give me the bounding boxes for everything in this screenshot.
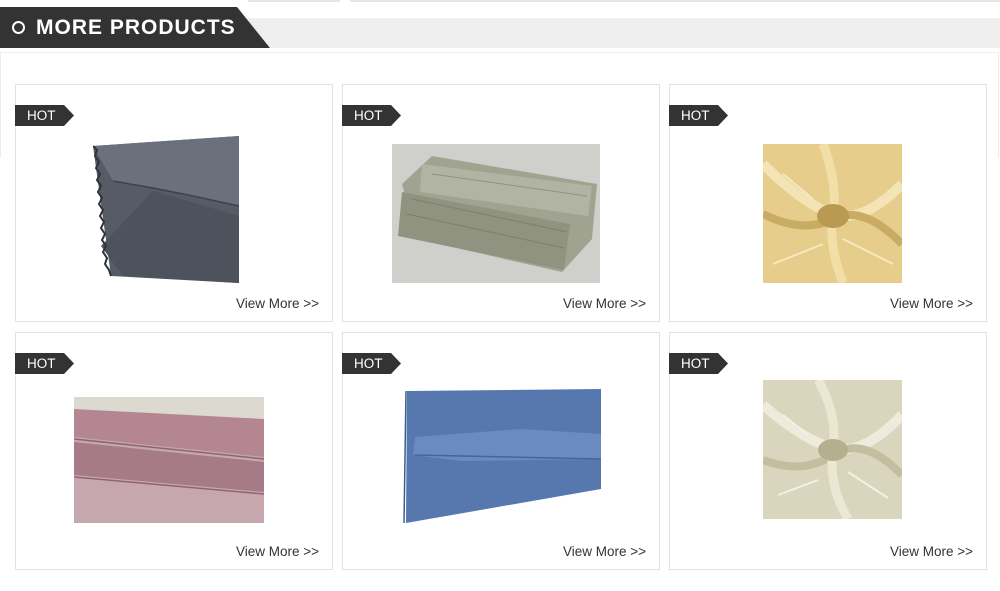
top-divider bbox=[350, 0, 1000, 2]
view-more-link[interactable]: View More >> bbox=[563, 544, 646, 559]
section-title: MORE PRODUCTS bbox=[36, 15, 236, 39]
fabric-image bbox=[763, 144, 902, 283]
fabric-image bbox=[93, 136, 239, 283]
view-more-link[interactable]: View More >> bbox=[236, 544, 319, 559]
product-card-4[interactable]: HOT View More >> bbox=[15, 332, 333, 570]
hot-badge: HOT bbox=[669, 353, 728, 374]
fabric-image bbox=[392, 144, 600, 283]
hot-badge: HOT bbox=[15, 105, 74, 126]
product-image-6[interactable] bbox=[763, 380, 902, 519]
product-card-2[interactable]: HOT View More >> bbox=[342, 84, 660, 322]
product-image-3[interactable] bbox=[763, 144, 902, 283]
view-more-link[interactable]: View More >> bbox=[563, 296, 646, 311]
fabric-image bbox=[763, 380, 902, 519]
product-card-3[interactable]: HOT View More >> bbox=[669, 84, 987, 322]
product-card-6[interactable]: HOT View More >> bbox=[669, 332, 987, 570]
product-image-5[interactable] bbox=[401, 389, 601, 523]
hot-badge: HOT bbox=[669, 105, 728, 126]
hot-badge: HOT bbox=[342, 353, 401, 374]
hot-badge: HOT bbox=[342, 105, 401, 126]
view-more-link[interactable]: View More >> bbox=[236, 296, 319, 311]
circle-icon bbox=[12, 21, 25, 34]
hot-badge: HOT bbox=[15, 353, 74, 374]
fabric-image bbox=[74, 397, 264, 523]
more-products-section: MORE PRODUCTS HOT View More >> HOT View … bbox=[0, 0, 1000, 591]
product-card-5[interactable]: HOT View More >> bbox=[342, 332, 660, 570]
section-header-tab: MORE PRODUCTS bbox=[0, 7, 270, 48]
fabric-image bbox=[401, 389, 601, 523]
product-image-4[interactable] bbox=[74, 397, 264, 523]
product-card-1[interactable]: HOT View More >> bbox=[15, 84, 333, 322]
view-more-link[interactable]: View More >> bbox=[890, 544, 973, 559]
view-more-link[interactable]: View More >> bbox=[890, 296, 973, 311]
top-divider bbox=[248, 0, 340, 2]
product-image-1[interactable] bbox=[93, 136, 239, 283]
product-image-2[interactable] bbox=[392, 144, 600, 283]
